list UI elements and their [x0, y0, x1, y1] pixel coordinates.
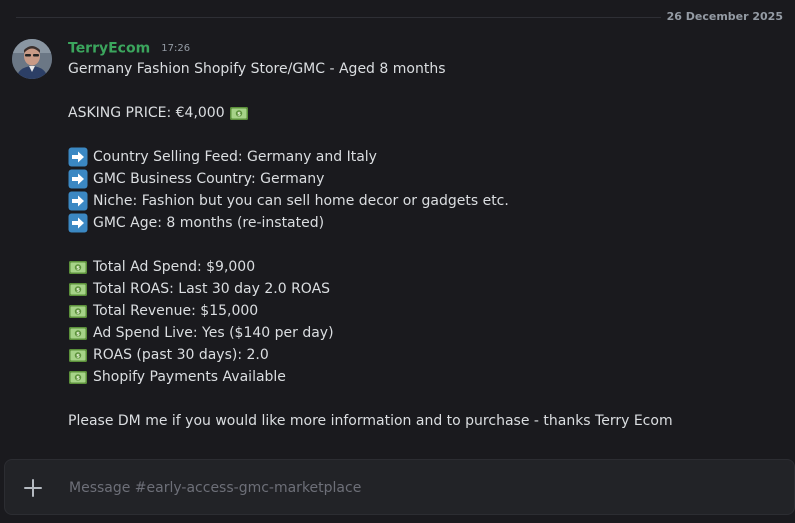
username[interactable]: TerryEcom [68, 41, 150, 57]
message-text: Niche: Fashion but you can sell home dec… [93, 193, 509, 209]
dollar-banknote-icon: $ [69, 349, 87, 362]
dollar-banknote-icon: $ [69, 261, 87, 274]
dollar-banknote-icon: $ [69, 283, 87, 296]
message-header: TerryEcom 17:26 [68, 38, 779, 58]
message-line-niche: Niche: Fashion but you can sell home dec… [68, 190, 779, 212]
message-text: Germany Fashion Shopify Store/GMC - Aged… [68, 61, 446, 77]
message-line-revenue: $ Total Revenue: $15,000 [68, 300, 779, 322]
message-line-ad-spend-live: $ Ad Spend Live: Yes ($140 per day) [68, 322, 779, 344]
arrow-right-icon [68, 147, 88, 167]
message-text: Shopify Payments Available [93, 369, 286, 385]
date-divider: 26 December 2025 [16, 0, 783, 34]
svg-text:$: $ [76, 288, 80, 294]
user-avatar[interactable] [12, 39, 52, 79]
message-text: Please DM me if you would like more info… [68, 413, 673, 429]
message-line-country-feed: Country Selling Feed: Germany and Italy [68, 146, 779, 168]
message-line-closing: Please DM me if you would like more info… [68, 410, 779, 432]
message-line-roas-30: $ ROAS (past 30 days): 2.0 [68, 344, 779, 366]
svg-text:$: $ [76, 266, 80, 272]
chat-window: 26 December 2025 TerryEcom 17:26 Germany… [0, 0, 795, 523]
message-text: Total Revenue: $15,000 [93, 303, 259, 319]
svg-text:$: $ [76, 354, 80, 360]
svg-text:$: $ [76, 332, 80, 338]
message-text: Ad Spend Live: Yes ($140 per day) [93, 325, 334, 341]
message-text: GMC Age: 8 months (re-instated) [93, 215, 325, 231]
message-line-asking-price: ASKING PRICE: €4,000 $ [68, 102, 779, 124]
message-input[interactable]: Message #early-access-gmc-marketplace [69, 477, 361, 499]
message-text: Country Selling Feed: Germany and Italy [93, 149, 377, 165]
message-line-payments: $ Shopify Payments Available [68, 366, 779, 388]
dollar-banknote-icon: $ [69, 371, 87, 384]
date-label: 26 December 2025 [660, 9, 783, 25]
svg-text:$: $ [76, 376, 80, 382]
dollar-banknote-icon: $ [69, 327, 87, 340]
message-line-total-roas: $ Total ROAS: Last 30 day 2.0 ROAS [68, 278, 779, 300]
dollar-banknote-icon: $ [229, 107, 248, 120]
message-timestamp[interactable]: 17:26 [161, 43, 190, 54]
svg-text:$: $ [237, 112, 241, 118]
message-text: ASKING PRICE: €4,000 [68, 105, 225, 121]
plus-icon[interactable] [21, 476, 45, 500]
message-text: GMC Business Country: Germany [93, 171, 325, 187]
message-line-gmc-country: GMC Business Country: Germany [68, 168, 779, 190]
message-line-gmc-age: GMC Age: 8 months (re-instated) [68, 212, 779, 234]
message-line-ad-spend: $ Total Ad Spend: $9,000 [68, 256, 779, 278]
message-line-title: Germany Fashion Shopify Store/GMC - Aged… [68, 58, 779, 80]
message-content: TerryEcom 17:26 Germany Fashion Shopify … [68, 38, 779, 432]
message-composer[interactable]: Message #early-access-gmc-marketplace [4, 459, 795, 515]
arrow-right-icon [68, 169, 88, 189]
message-text: ROAS (past 30 days): 2.0 [93, 347, 269, 363]
dollar-banknote-icon: $ [69, 305, 87, 318]
svg-text:$: $ [76, 310, 80, 316]
avatar-photo-icon [12, 39, 52, 79]
arrow-right-icon [68, 191, 88, 211]
message-text: Total Ad Spend: $9,000 [93, 259, 256, 275]
message-text: Total ROAS: Last 30 day 2.0 ROAS [93, 281, 331, 297]
arrow-right-icon [68, 213, 88, 233]
